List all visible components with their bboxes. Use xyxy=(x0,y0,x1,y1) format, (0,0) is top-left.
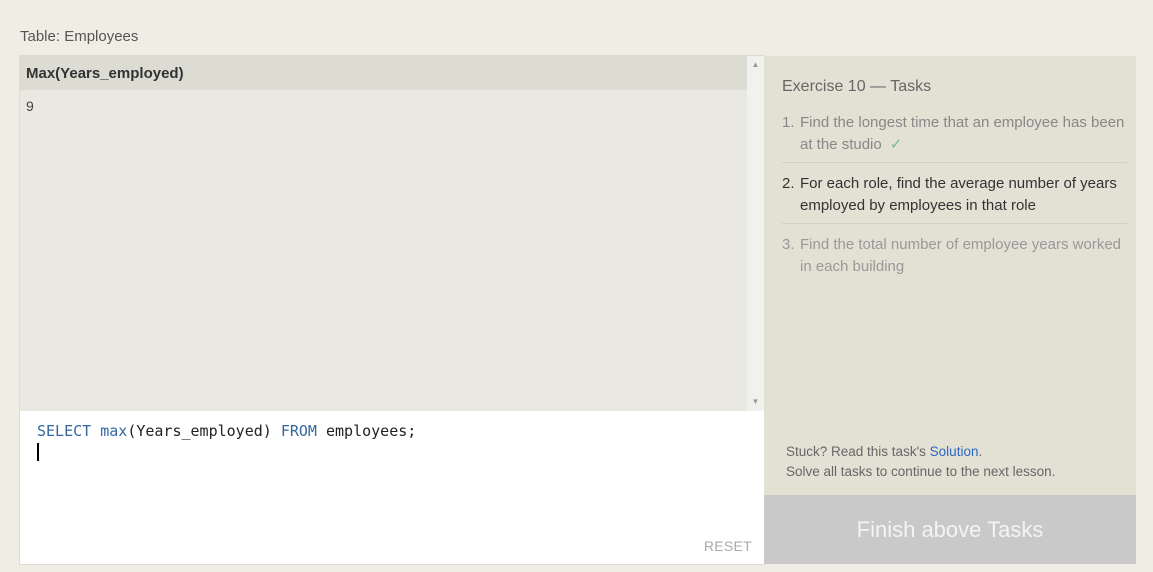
task-label: For each role, find the average number o… xyxy=(800,175,1117,214)
continue-text: Solve all tasks to continue to the next … xyxy=(786,464,1056,479)
tasks-panel: Exercise 10 — Tasks 1. Find the longest … xyxy=(764,56,1136,564)
task-item-1: 1. Find the longest time that an employe… xyxy=(782,112,1127,163)
stuck-suffix: . xyxy=(978,444,983,459)
reset-button[interactable]: RESET xyxy=(704,538,752,554)
results-column-header: Max(Years_employed) xyxy=(20,56,747,90)
task-number: 1. xyxy=(782,114,795,131)
solution-link[interactable]: Solution xyxy=(930,444,979,459)
exercise-title: Exercise 10 — Tasks xyxy=(782,78,932,95)
scroll-down-arrow-icon[interactable]: ▼ xyxy=(747,395,764,409)
stuck-line: Stuck? Read this task's Solution. xyxy=(786,442,1055,462)
results-scrollbar[interactable]: ▲ ▼ xyxy=(747,56,764,411)
task-label: Find the total number of employee years … xyxy=(800,236,1121,275)
table-caption: Table: Employees xyxy=(20,28,139,45)
task-list: 1. Find the longest time that an employe… xyxy=(782,112,1127,294)
task-text: Find the longest time that an employee h… xyxy=(800,112,1127,156)
sql-code-line[interactable]: SELECT max(Years_employed) FROM employee… xyxy=(37,422,416,440)
task-item-3: 3. Find the total number of employee yea… xyxy=(782,234,1127,284)
sql-args: (Years_employed) xyxy=(127,422,272,440)
scroll-up-arrow-icon[interactable]: ▲ xyxy=(747,58,764,72)
stuck-prefix: Stuck? Read this task's xyxy=(786,444,926,459)
sql-table: employees; xyxy=(326,422,417,440)
checkmark-icon: ✓ xyxy=(889,136,903,153)
task-number: 2. xyxy=(782,175,795,192)
table-row: 9 xyxy=(26,98,34,114)
sql-keyword-from: FROM xyxy=(280,422,317,440)
sql-keyword-select: SELECT xyxy=(37,422,92,440)
results-table: Max(Years_employed) 9 xyxy=(20,56,747,411)
task-label: Find the longest time that an employee h… xyxy=(800,114,1125,153)
sql-function: max xyxy=(100,422,128,440)
sql-editor[interactable]: SELECT max(Years_employed) FROM employee… xyxy=(20,411,764,564)
task-item-2: 2. For each role, find the average numbe… xyxy=(782,173,1127,224)
task-number: 3. xyxy=(782,236,795,253)
help-text: Stuck? Read this task's Solution. Solve … xyxy=(786,442,1055,482)
finish-tasks-button[interactable]: Finish above Tasks xyxy=(764,495,1136,564)
query-workspace: Max(Years_employed) 9 ▲ ▼ SELECT max(Yea… xyxy=(20,56,764,564)
text-caret xyxy=(37,443,39,461)
